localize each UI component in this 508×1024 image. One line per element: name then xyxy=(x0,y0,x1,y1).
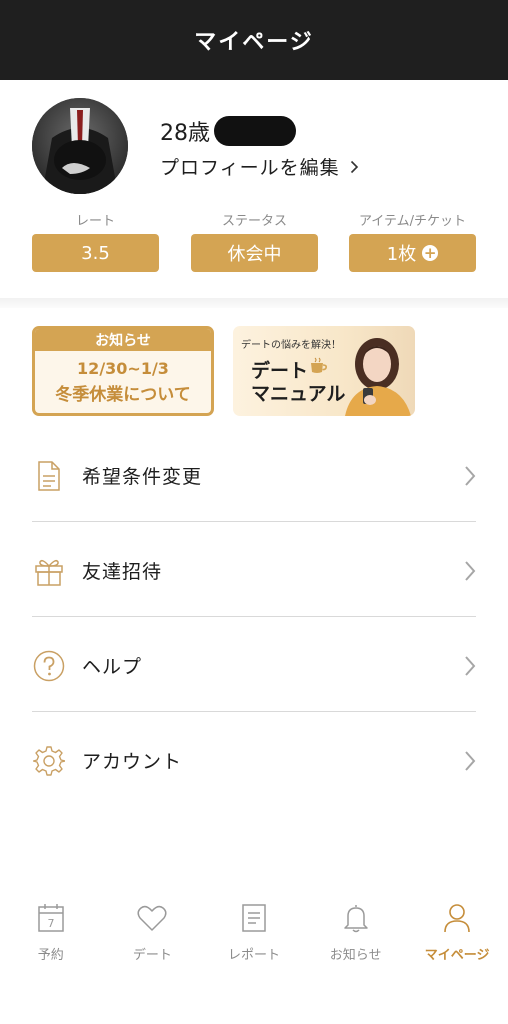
menu-item-help-label: ヘルプ xyxy=(82,656,143,678)
header-bar: マイページ xyxy=(0,0,508,80)
woman-illustration xyxy=(333,326,415,416)
stat-rate-value: 3.5 xyxy=(81,242,110,264)
calendar-icon: 7 xyxy=(37,902,65,934)
page-title: マイページ xyxy=(194,30,314,55)
chevron-right-icon xyxy=(350,160,359,174)
stat-rate-label: レート xyxy=(75,214,115,229)
profile-age: 28歳 xyxy=(160,121,210,146)
stat-rate-value-box: 3.5 xyxy=(32,234,159,272)
calendar-day-number: 7 xyxy=(47,917,54,930)
menu-item-account-label: アカウント xyxy=(82,751,183,773)
profile-age-line: 28歳 xyxy=(160,115,296,147)
menu-item-preferences-label: 希望条件変更 xyxy=(82,466,203,488)
document-icon xyxy=(32,459,66,493)
stat-rate: レート 3.5 xyxy=(32,213,159,272)
notice-banner[interactable]: お知らせ 12/30~1/3 冬季休業について xyxy=(32,326,214,416)
notice-banner-head: お知らせ xyxy=(35,329,211,351)
stat-items[interactable]: アイテム/チケット 1枚 + xyxy=(349,213,476,272)
nav-item-report[interactable]: レポート xyxy=(203,890,305,980)
nav-label-report: レポート xyxy=(227,948,280,963)
app-root: マイページ 28歳 プロフィールを編集 レート 3.5 ステータス 休会中 アイ… xyxy=(0,0,508,1024)
redacted-name xyxy=(214,116,296,146)
nav-item-reservation[interactable]: 7 予約 xyxy=(0,890,102,980)
date-manual-sub: デートの悩みを解決！ xyxy=(241,340,341,351)
date-manual-line2: マニュアル xyxy=(251,383,346,405)
avatar[interactable] xyxy=(32,98,128,194)
stat-items-value-box[interactable]: 1枚 + xyxy=(349,234,476,272)
nav-label-reservation: 予約 xyxy=(37,948,64,963)
report-icon xyxy=(241,902,267,934)
person-icon xyxy=(443,902,471,934)
stat-status: ステータス 休会中 xyxy=(191,213,318,272)
edit-profile-link[interactable]: プロフィールを編集 xyxy=(160,153,359,180)
stat-status-value: 休会中 xyxy=(227,244,282,265)
menu-divider xyxy=(32,521,476,522)
menu-item-invite[interactable]: 友達招待 xyxy=(32,523,476,618)
notice-banner-title: 冬季休業について xyxy=(55,385,191,405)
chevron-right-icon xyxy=(464,560,476,582)
nav-label-mypage: マイページ xyxy=(424,948,490,963)
nav-item-mypage[interactable]: マイページ xyxy=(406,890,508,980)
nav-item-date[interactable]: デート xyxy=(102,890,204,980)
edit-profile-label: プロフィールを編集 xyxy=(160,157,340,179)
section-divider xyxy=(0,298,508,308)
notice-banner-date: 12/30~1/3 xyxy=(77,359,169,378)
heart-icon xyxy=(137,902,167,934)
nav-label-notifications: お知らせ xyxy=(329,948,382,963)
plus-circle-icon[interactable]: + xyxy=(422,245,439,261)
nav-item-notifications[interactable]: お知らせ xyxy=(305,890,407,980)
gift-icon xyxy=(32,554,66,588)
coffee-cup-icon xyxy=(309,357,329,379)
chevron-right-icon xyxy=(464,465,476,487)
date-manual-banner[interactable]: デートの悩みを解決！ デート マニュアル xyxy=(233,326,415,416)
menu-item-help[interactable]: ヘルプ xyxy=(32,618,476,713)
bell-icon xyxy=(343,902,369,934)
nav-label-date: デート xyxy=(132,948,172,963)
menu-item-preferences[interactable]: 希望条件変更 xyxy=(32,428,476,523)
menu-item-invite-label: 友達招待 xyxy=(82,561,163,583)
chevron-right-icon xyxy=(464,655,476,677)
help-icon xyxy=(32,649,66,683)
menu-item-account[interactable]: アカウント xyxy=(32,713,476,808)
stat-status-label: ステータス xyxy=(221,214,287,229)
stat-status-value-box: 休会中 xyxy=(191,234,318,272)
stat-items-label: アイテム/チケット xyxy=(358,214,467,229)
bottom-nav: 7 予約 デート レポート お知らせ マイページ xyxy=(0,890,508,980)
chevron-right-icon xyxy=(464,750,476,772)
gear-icon xyxy=(32,744,66,778)
stat-items-value: 1枚 xyxy=(386,244,417,265)
menu-divider xyxy=(32,711,476,712)
menu-divider xyxy=(32,616,476,617)
